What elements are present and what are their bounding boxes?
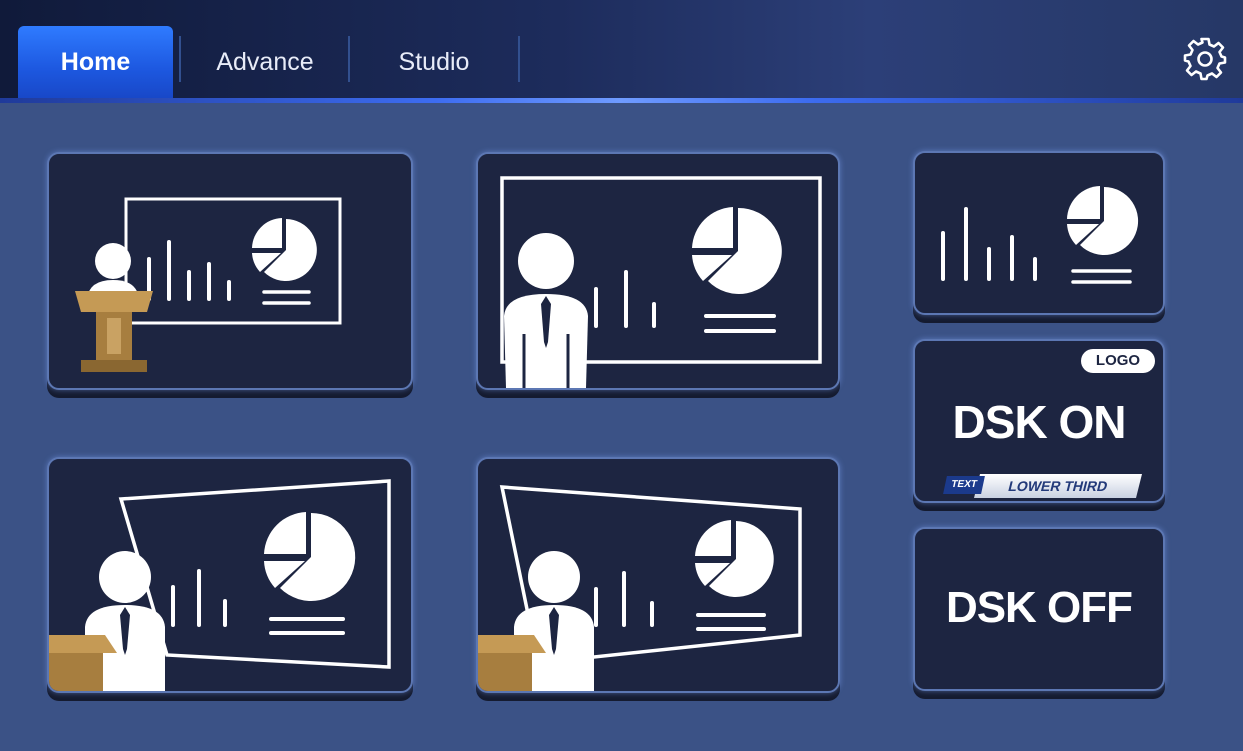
- pie-chart-icon: [1067, 186, 1139, 255]
- lower-third-bar: LOWER THIRD: [974, 474, 1142, 498]
- layout-presenter-podium-angled-screen-left[interactable]: [476, 457, 840, 693]
- layout-presenter-podium-small-screen[interactable]: [47, 152, 413, 390]
- podium-icon: [75, 291, 153, 372]
- layout-presenter-podium-angled-screen-right[interactable]: [47, 457, 413, 693]
- text-lines-icon: [269, 617, 345, 635]
- text-lines-icon: [262, 290, 311, 305]
- gear-icon[interactable]: [1182, 36, 1228, 82]
- bar-chart-icon: [147, 240, 231, 301]
- tab-divider: [518, 36, 520, 82]
- presenter-icon: [87, 243, 139, 299]
- text-lines-icon: [1071, 269, 1132, 284]
- dsk-off-label: DSK OFF: [945, 583, 1133, 632]
- bar-chart-icon: [171, 569, 227, 627]
- logo-badge: LOGO: [1081, 349, 1155, 373]
- pie-chart-icon: [692, 207, 782, 294]
- dsk-on-button[interactable]: LOGO DSK ON LOWER THIRD TEXT: [913, 339, 1165, 503]
- presenter-icon: [504, 233, 588, 388]
- nav-underline: [0, 98, 1243, 103]
- layout-presenter-large-screen[interactable]: [476, 152, 840, 390]
- tab-home[interactable]: Home: [18, 26, 173, 98]
- pie-chart-icon: [264, 512, 356, 601]
- bar-chart-icon: [941, 207, 1037, 281]
- bar-chart-icon: [594, 270, 656, 328]
- tab-divider: [179, 36, 181, 82]
- tab-studio[interactable]: Studio: [350, 26, 518, 98]
- pie-chart-icon: [695, 520, 774, 597]
- dsk-on-label: DSK ON: [952, 396, 1127, 448]
- text-lines-icon: [696, 613, 766, 631]
- text-lines-icon: [704, 314, 776, 333]
- layout-screen-only[interactable]: [913, 151, 1165, 315]
- pie-chart-icon: [252, 218, 317, 281]
- dsk-off-button[interactable]: DSK OFF: [913, 527, 1165, 691]
- bar-chart-icon: [594, 571, 654, 627]
- tab-advance[interactable]: Advance: [182, 26, 348, 98]
- text-tag: TEXT: [943, 476, 985, 494]
